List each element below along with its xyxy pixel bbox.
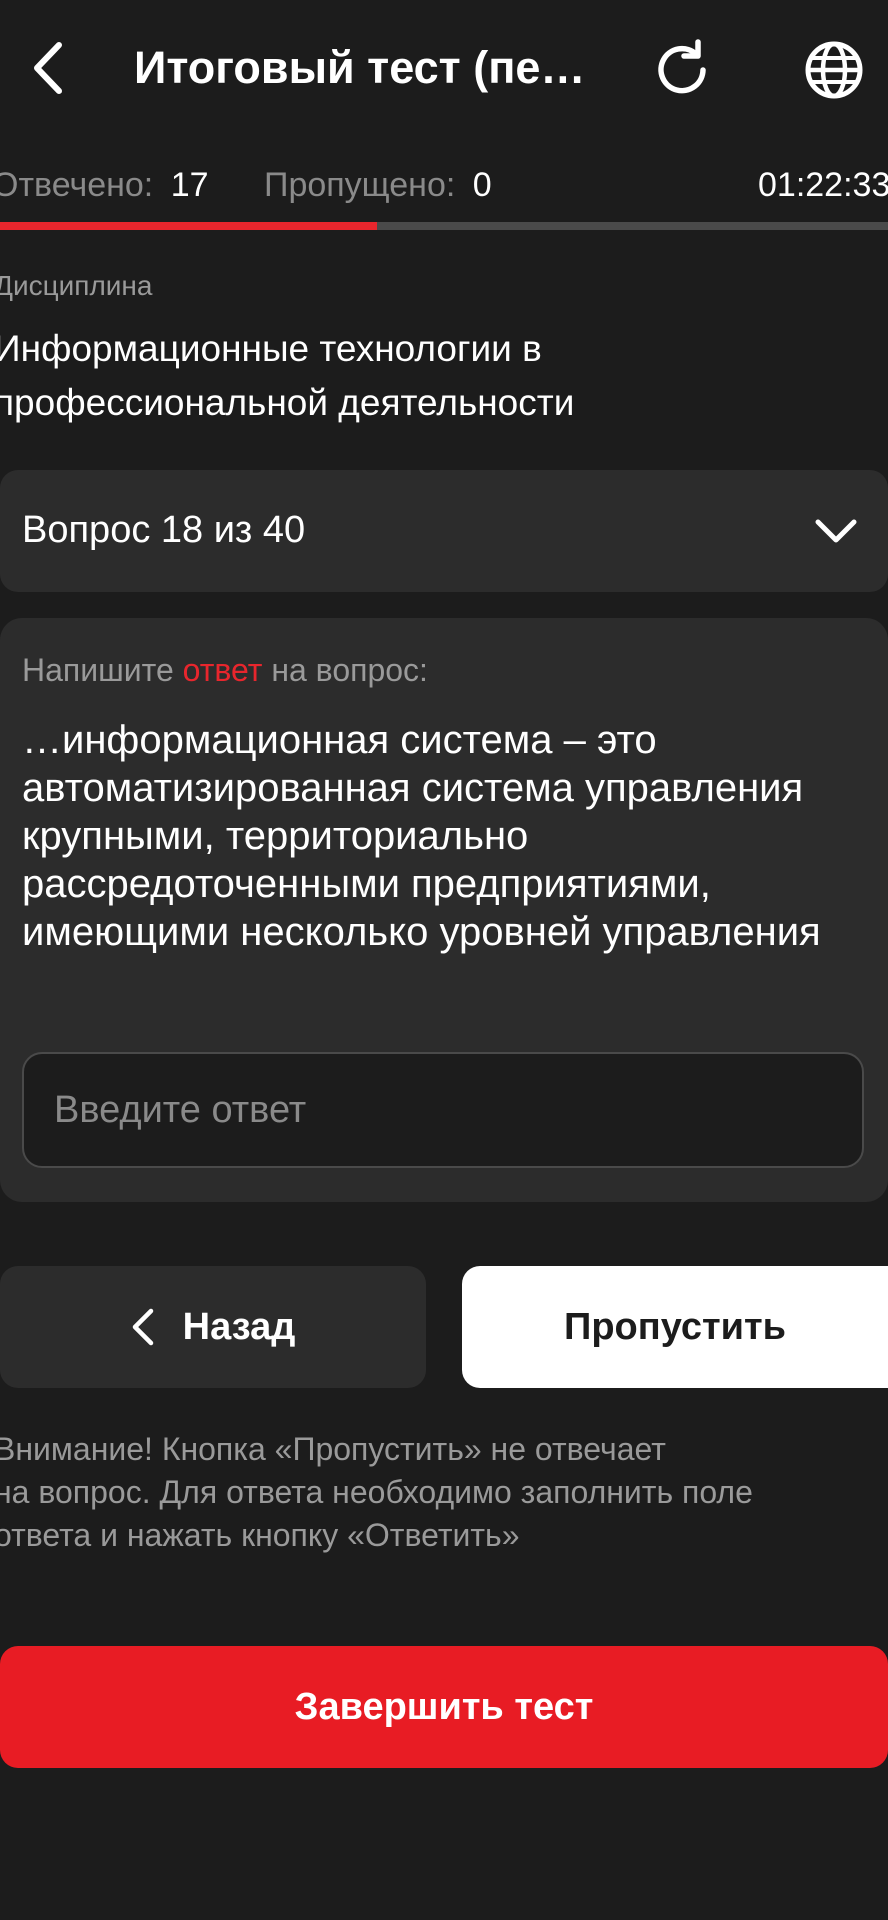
refresh-button[interactable] — [650, 36, 718, 104]
question-card: Напишите ответ на вопрос: …информационна… — [0, 618, 888, 1202]
back-nav-label: Назад — [182, 1305, 296, 1348]
progress-bar — [0, 222, 888, 230]
chevron-left-icon — [132, 1308, 153, 1346]
answered-counter: Отвечено: 17 — [0, 160, 209, 210]
question-selector[interactable]: Вопрос 18 из 40 — [0, 470, 888, 592]
instruction-prefix: Напишите — [22, 652, 183, 688]
answered-value: 17 — [170, 166, 209, 204]
finish-test-label: Завершить тест — [294, 1685, 594, 1728]
skipped-value: 0 — [472, 166, 492, 204]
warning-line: Внимание! Кнопка «Пропустить» не отвечае… — [0, 1431, 666, 1467]
question-number: Вопрос 18 из 40 — [22, 509, 306, 551]
warning-line: ответа и нажать кнопку «Ответить» — [0, 1517, 520, 1553]
skipped-label: Пропущено: — [264, 166, 456, 204]
back-nav-button[interactable]: Назад — [0, 1266, 426, 1388]
skip-label: Пропустить — [564, 1305, 786, 1348]
discipline-title: Информационные технологии в профессионал… — [0, 328, 575, 423]
chevron-down-icon — [815, 519, 857, 543]
discipline-caption: Дисциплина — [0, 270, 153, 301]
warning-line: на вопрос. Для ответа необходимо заполни… — [0, 1474, 753, 1510]
language-button[interactable] — [800, 36, 868, 104]
question-instruction: Напишите ответ на вопрос: — [22, 648, 428, 692]
skip-warning: Внимание! Кнопка «Пропустить» не отвечае… — [0, 1428, 874, 1557]
page-title: Итоговый тест (пе… — [134, 42, 586, 93]
globe-icon — [805, 41, 863, 99]
chevron-left-icon — [34, 42, 62, 94]
answer-input[interactable] — [22, 1052, 864, 1168]
progress-fill — [0, 222, 378, 230]
app-header: Итоговый тест (пе… — [0, 0, 888, 140]
answered-label: Отвечено: — [0, 166, 154, 204]
instruction-highlight: ответ — [182, 652, 263, 688]
refresh-icon — [658, 39, 706, 94]
instruction-suffix: на вопрос: — [262, 652, 428, 688]
timer: 01:22:33 — [758, 166, 888, 204]
back-button[interactable] — [22, 36, 74, 100]
skip-button[interactable]: Пропустить — [462, 1266, 888, 1388]
skipped-counter: Пропущено: 0 — [264, 160, 492, 210]
question-text: …информационная система – это автоматизи… — [22, 718, 821, 954]
test-screen: Итоговый тест (пе… Отвечено: 17 Пропущен… — [0, 0, 888, 1920]
finish-test-button[interactable]: Завершить тест — [0, 1646, 888, 1768]
test-stats: Отвечено: 17 Пропущено: 0 01:22:33 — [0, 160, 888, 210]
